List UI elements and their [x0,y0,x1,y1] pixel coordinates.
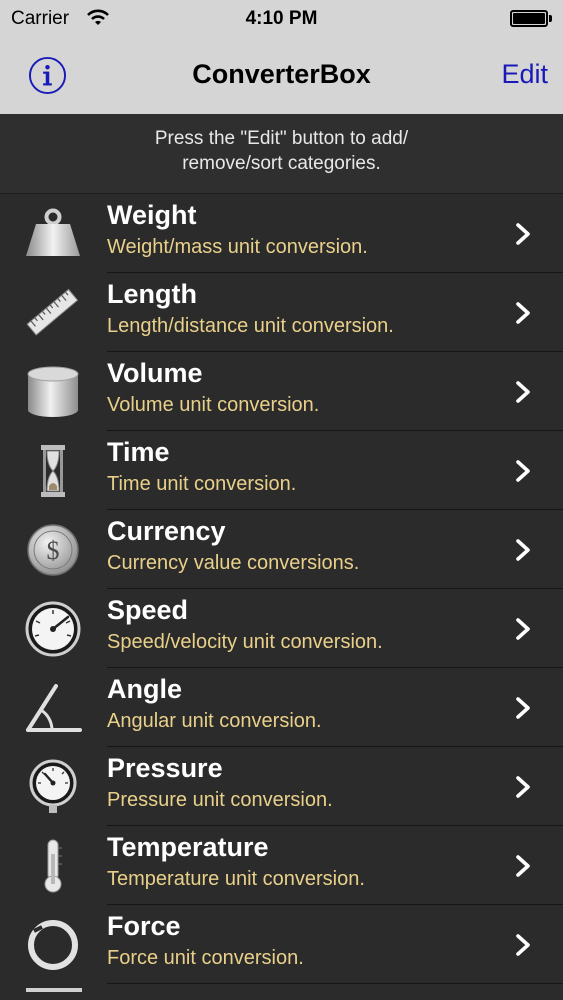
category-title: Currency [107,516,226,546]
category-title: Time [107,437,170,467]
chevron-right-icon [516,223,530,245]
category-subtitle: Angular unit conversion. [107,710,322,732]
chevron-right-icon [516,302,530,324]
category-title: Pressure [107,753,223,783]
status-bar: Carrier 4:10 PM [0,0,563,38]
category-title: Speed [107,595,189,625]
category-title: Length [107,279,197,309]
battery-icon [510,10,548,27]
category-title: Weight [107,200,197,230]
chevron-right-icon [516,697,530,719]
page-title: ConverterBox [192,59,371,89]
category-row-pressure[interactable]: Pressure Pressure unit conversion. [0,747,563,826]
category-row-partial[interactable] [0,984,563,1000]
category-subtitle: Volume unit conversion. [107,394,320,416]
category-title: Temperature [107,832,269,862]
ruler-icon [26,288,79,336]
angle-icon [26,684,82,732]
category-title: Volume [107,358,203,388]
edit-button[interactable]: Edit [501,59,548,90]
category-row-force[interactable]: Force Force unit conversion. [0,905,563,984]
chevron-right-icon [516,776,530,798]
category-list: Weight Weight/mass unit conversion. Leng… [0,194,563,1000]
weight-icon [26,208,80,256]
status-time: 4:10 PM [245,8,318,29]
category-row-time[interactable]: Time Time unit conversion. [0,431,563,510]
dollar-sign-glyph: $ [47,536,60,565]
speedometer-icon [25,601,81,657]
category-subtitle: Force unit conversion. [107,947,304,969]
coin-icon: $ [27,524,79,576]
cylinder-icon [27,366,79,417]
hourglass-icon [41,445,65,497]
category-row-temperature[interactable]: Temperature Temperature unit conversion. [0,826,563,905]
category-row-volume[interactable]: Volume Volume unit conversion. [0,352,563,431]
instruction-banner: Press the "Edit" button to add/ remove/s… [0,114,563,194]
chevron-right-icon [516,618,530,640]
instruction-line-2: remove/sort categories. [182,153,381,174]
chevron-right-icon [516,381,530,403]
thermometer-icon [44,839,62,893]
category-title: Angle [107,674,183,704]
category-subtitle: Weight/mass unit conversion. [107,236,368,258]
instruction-line-1: Press the "Edit" button to add/ [154,128,409,149]
partial-row-icon [26,988,82,992]
category-title: Force [107,911,181,941]
chevron-right-icon [516,934,530,956]
category-subtitle: Time unit conversion. [107,473,297,495]
category-row-currency[interactable]: $ Currency Currency value conversions. [0,510,563,589]
chevron-right-icon [516,539,530,561]
category-subtitle: Temperature unit conversion. [107,868,365,890]
battery-tip [549,15,552,22]
category-subtitle: Pressure unit conversion. [107,789,333,811]
chevron-right-icon [516,460,530,482]
navigation-bar: ConverterBox Edit [0,38,563,114]
chevron-right-icon [516,855,530,877]
category-subtitle: Speed/velocity unit conversion. [107,631,383,653]
pressure-gauge-icon [29,759,77,813]
ring-icon [28,920,78,970]
category-subtitle: Currency value conversions. [107,552,360,574]
category-row-weight[interactable]: Weight Weight/mass unit conversion. [0,194,563,273]
category-row-angle[interactable]: Angle Angular unit conversion. [0,668,563,747]
category-row-length[interactable]: Length Length/distance unit conversion. [0,273,563,352]
category-subtitle: Length/distance unit conversion. [107,315,394,337]
category-row-speed[interactable]: Speed Speed/velocity unit conversion. [0,589,563,668]
